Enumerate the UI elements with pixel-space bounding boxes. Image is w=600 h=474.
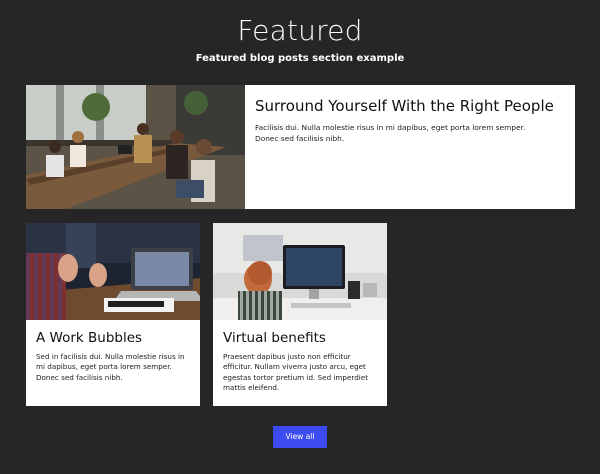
post-excerpt: Praesent dapibus justo non efficitur eff… (223, 352, 369, 392)
meeting-room-photo (26, 85, 245, 209)
featured-section: Featured Featured blog posts section exa… (0, 0, 600, 474)
post-excerpt: Sed in facilisis dui. Nulla molestie ris… (36, 352, 185, 382)
post-card[interactable]: Virtual benefits Praesent dapibus justo … (213, 223, 387, 406)
post-title[interactable]: A Work Bubbles (26, 320, 200, 346)
featured-post-card[interactable]: Surround Yourself With the Right People … (26, 85, 575, 209)
laptop-hands-photo (26, 223, 200, 320)
section-subtitle: Featured blog posts section example (195, 53, 405, 64)
view-all-button[interactable]: View all (273, 426, 327, 448)
featured-post-excerpt: Facilisis dui. Nulla molestie risus in m… (255, 123, 526, 143)
featured-post-body: Surround Yourself With the Right People … (245, 85, 564, 209)
featured-post-title[interactable]: Surround Yourself With the Right People (255, 97, 554, 115)
woman-at-computer-photo (213, 223, 387, 320)
post-title[interactable]: Virtual benefits (213, 320, 387, 346)
section-title: Featured (237, 14, 363, 47)
post-card[interactable]: A Work Bubbles Sed in facilisis dui. Nul… (26, 223, 200, 406)
